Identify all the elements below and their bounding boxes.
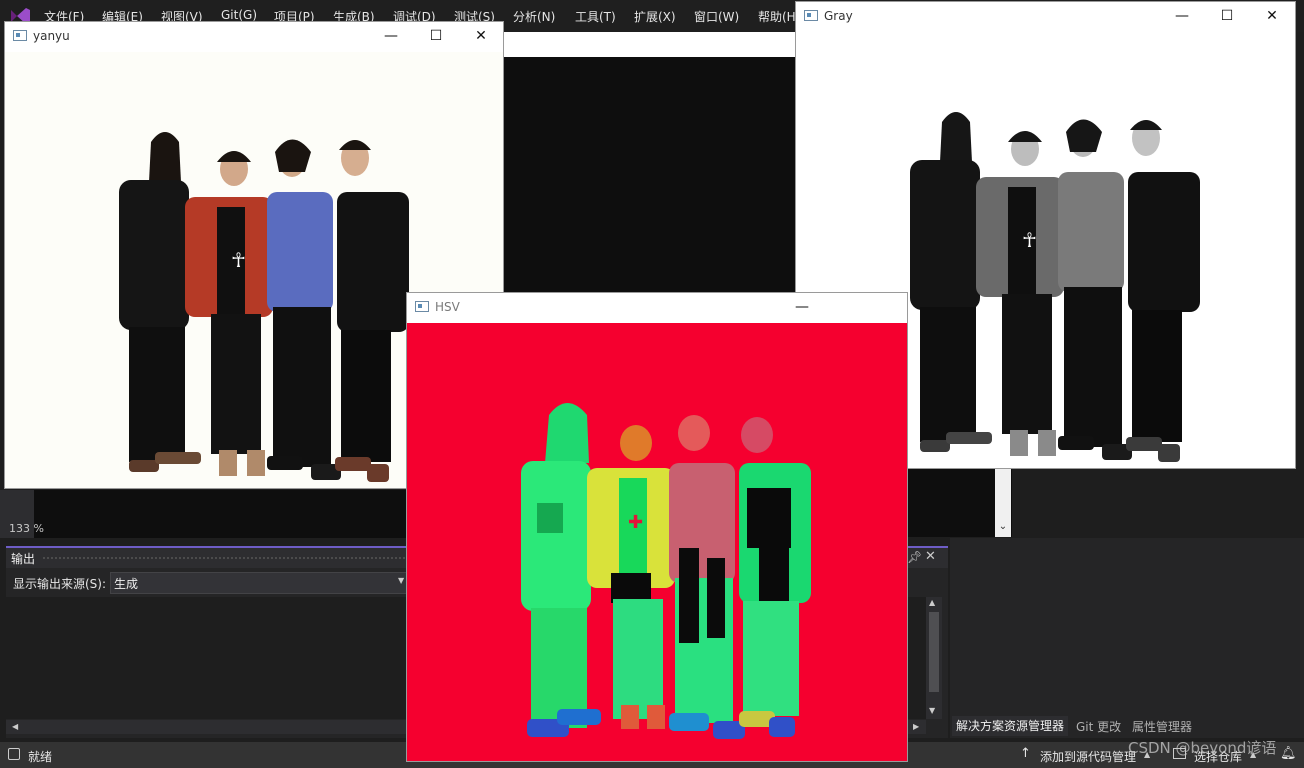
output-panel-title: 输出 bbox=[11, 552, 36, 566]
minimize-icon[interactable]: — bbox=[787, 296, 817, 318]
menu-analyze[interactable]: 分析(N) bbox=[513, 8, 555, 25]
menu-window[interactable]: 窗口(W) bbox=[694, 8, 739, 25]
image-canvas: ✚ bbox=[407, 323, 907, 761]
arrow-up-icon[interactable]: ▲ bbox=[929, 598, 935, 607]
band-photo-hsv: ✚ bbox=[521, 403, 811, 739]
figure bbox=[267, 139, 341, 480]
window-titlebar[interactable]: Gray — ☐ ✕ bbox=[796, 2, 1295, 31]
figure bbox=[1126, 120, 1200, 462]
watermark: CSDN @beyond谚语 bbox=[1128, 739, 1277, 757]
status-text: 就绪 bbox=[28, 750, 53, 764]
menu-tools[interactable]: 工具(T) bbox=[575, 8, 616, 25]
window-hsv[interactable]: HSV — ✚ bbox=[406, 292, 908, 762]
minimize-icon[interactable]: — bbox=[376, 25, 406, 47]
maximize-icon[interactable]: ☐ bbox=[421, 25, 451, 47]
figure: ☥ bbox=[976, 131, 1064, 456]
arrow-right-icon[interactable]: ▶ bbox=[913, 722, 919, 731]
figure: ☥ bbox=[185, 151, 273, 476]
arrow-left-icon[interactable]: ◀ bbox=[12, 722, 18, 731]
close-icon[interactable]: ✕ bbox=[1257, 5, 1287, 27]
close-icon[interactable]: ✕ bbox=[925, 549, 936, 564]
tab-solution-explorer[interactable]: 解决方案资源管理器 bbox=[952, 716, 1069, 736]
window-icon bbox=[415, 301, 429, 312]
close-icon[interactable]: ✕ bbox=[466, 25, 496, 47]
figure: ✚ bbox=[587, 425, 675, 729]
output-scroll-thumb[interactable] bbox=[929, 612, 939, 692]
window-title: yanyu bbox=[33, 29, 70, 43]
arrow-up-icon[interactable]: ↑ bbox=[1020, 746, 1031, 761]
window-title: HSV bbox=[435, 300, 460, 314]
figure bbox=[1058, 119, 1132, 460]
chevron-down-icon[interactable]: ▼ bbox=[398, 576, 404, 585]
window-icon bbox=[13, 30, 27, 41]
solution-explorer-dock bbox=[950, 538, 1304, 738]
tab-property-manager[interactable]: 属性管理器 bbox=[1132, 718, 1192, 735]
chevron-down-icon[interactable]: ▼ bbox=[929, 706, 935, 715]
figure bbox=[335, 140, 409, 482]
editor-tab-strip bbox=[504, 32, 796, 57]
window-icon bbox=[804, 10, 818, 21]
menu-extensions[interactable]: 扩展(X) bbox=[634, 8, 676, 25]
svg-text:✚: ✚ bbox=[628, 512, 643, 533]
figure bbox=[669, 415, 745, 739]
chevron-down-icon[interactable]: ⌄ bbox=[998, 521, 1008, 533]
window-titlebar[interactable]: yanyu — ☐ ✕ bbox=[5, 22, 503, 51]
output-source-label: 显示输出来源(S): bbox=[13, 577, 107, 591]
pin-icon[interactable]: 📌︎ bbox=[907, 550, 922, 564]
tab-git-changes[interactable]: Git 更改 bbox=[1076, 718, 1121, 735]
add-to-source-control-button[interactable]: 添加到源代码管理 bbox=[1040, 748, 1136, 765]
figure bbox=[739, 417, 811, 737]
bell-icon[interactable]: 🔔︎ bbox=[1280, 746, 1297, 761]
window-title: Gray bbox=[824, 9, 853, 23]
window-titlebar[interactable]: HSV — bbox=[407, 293, 907, 322]
output-source-dropdown[interactable] bbox=[110, 572, 410, 594]
output-source-value[interactable]: 生成 bbox=[114, 575, 138, 592]
minimize-icon[interactable]: — bbox=[1167, 5, 1197, 27]
svg-text:☥: ☥ bbox=[1022, 228, 1037, 252]
svg-text:☥: ☥ bbox=[231, 248, 246, 272]
status-icon bbox=[8, 748, 20, 760]
zoom-level[interactable]: 133 % bbox=[9, 522, 44, 535]
maximize-icon[interactable]: ☐ bbox=[1212, 5, 1242, 27]
menu-git[interactable]: Git(G) bbox=[221, 8, 257, 22]
